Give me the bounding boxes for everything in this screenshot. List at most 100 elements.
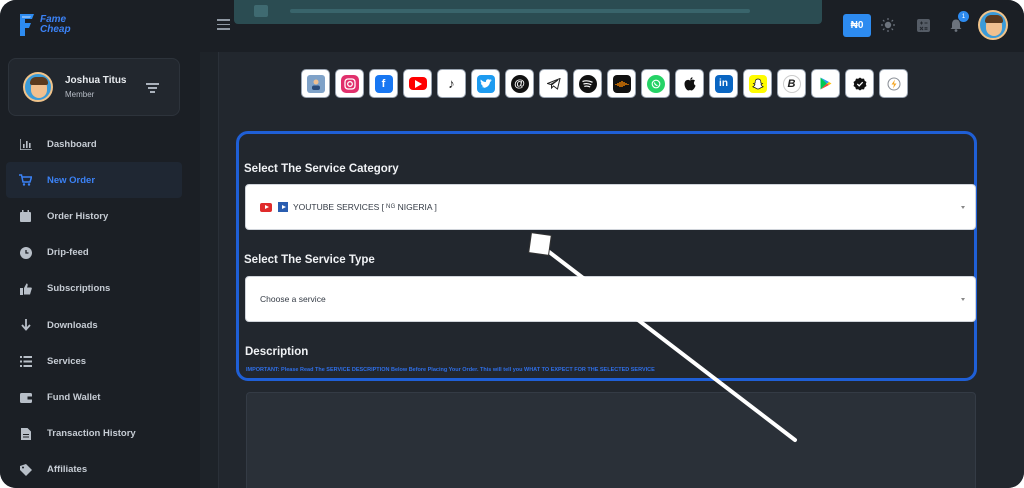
service-type-label: Select The Service Type	[244, 254, 375, 266]
platform-button-audiomack[interactable]	[607, 69, 636, 98]
sidebar-item-label: Downloads	[47, 319, 98, 331]
sidebar-item-label: Services	[47, 355, 87, 367]
brand-name-line2: Cheap	[40, 24, 71, 35]
brand-logo[interactable]: Fame Cheap	[18, 12, 71, 38]
calculator-icon[interactable]	[914, 16, 932, 34]
sidebar-item-affiliates[interactable]: Affiliates	[0, 452, 200, 488]
category-selected-value: YOUTUBE SERVICES [	[293, 202, 385, 212]
sidebar-item-drip-feed[interactable]: Drip-feed	[0, 235, 200, 271]
platform-button-youtube[interactable]	[403, 69, 432, 98]
sidebar-item-services[interactable]: Services	[0, 343, 200, 379]
platform-button-other[interactable]	[879, 69, 908, 98]
list-icon	[19, 355, 32, 368]
platform-button-verified[interactable]	[845, 69, 874, 98]
play-icon	[278, 202, 288, 212]
notification-badge: 1	[958, 11, 969, 22]
app-window: Fame Cheap Joshua Titus Member Dashboard…	[0, 0, 1024, 488]
boomplay-icon: B	[782, 74, 801, 93]
platform-button-tiktok[interactable]: ♪	[437, 69, 466, 98]
wallet-balance-button[interactable]: ₦0	[843, 14, 871, 37]
platform-button-spotify[interactable]	[573, 69, 602, 98]
banner-icon	[254, 5, 268, 17]
sidebar-nav: Dashboard New Order Order History Drip-f…	[0, 126, 200, 488]
sidebar-item-label: Order History	[47, 210, 109, 222]
filter-icon[interactable]	[146, 83, 159, 93]
sidebar-item-dashboard[interactable]: Dashboard	[0, 126, 200, 162]
service-description-box	[246, 392, 976, 488]
service-type-select[interactable]: Choose a service	[245, 276, 976, 322]
description-label: Description	[245, 346, 309, 358]
tiktok-icon: ♪	[442, 74, 461, 93]
nigeria-flag-icon: NG	[386, 204, 396, 210]
document-icon	[19, 427, 32, 440]
category-country: NIGERIA ]	[397, 202, 437, 212]
platform-button-google-play[interactable]	[811, 69, 840, 98]
chevron-down-icon	[961, 206, 965, 209]
wallet-icon	[19, 391, 32, 404]
sidebar-item-label: Subscriptions	[47, 283, 111, 295]
logo-icon	[18, 12, 36, 38]
user-role: Member	[65, 90, 95, 99]
chart-icon	[19, 138, 32, 151]
linkedin-icon: in	[714, 74, 733, 93]
avatar[interactable]	[23, 72, 53, 102]
sidebar-item-new-order[interactable]: New Order	[6, 162, 182, 199]
platform-button-facebook[interactable]: f	[369, 69, 398, 98]
sidebar-item-subscriptions[interactable]: Subscriptions	[0, 271, 200, 307]
platform-filter-bar: f ♪ @ in B	[301, 69, 908, 98]
calendar-icon	[19, 210, 32, 223]
sidebar-item-downloads[interactable]: Downloads	[0, 307, 200, 343]
youtube-icon	[408, 77, 427, 90]
service-category-select[interactable]: YOUTUBE SERVICES [ NG NIGERIA ]	[245, 184, 976, 230]
main-content: f ♪ @ in B Select The Service Category Y…	[218, 52, 1024, 488]
sidebar: Fame Cheap Joshua Titus Member Dashboard…	[0, 0, 200, 488]
sidebar-item-label: New Order	[47, 174, 96, 186]
clock-icon	[19, 246, 32, 259]
sidebar-item-transaction-history[interactable]: Transaction History	[0, 416, 200, 452]
facebook-icon: f	[374, 74, 393, 93]
chevron-down-icon	[961, 298, 965, 301]
theme-toggle-icon[interactable]	[879, 16, 897, 34]
apple-icon	[680, 74, 699, 93]
twitter-icon	[476, 74, 495, 93]
user-card: Joshua Titus Member	[8, 58, 180, 116]
sidebar-item-label: Fund Wallet	[47, 391, 101, 403]
profile-avatar[interactable]	[978, 10, 1008, 40]
announcement-banner	[234, 0, 822, 24]
platform-button-instagram[interactable]	[335, 69, 364, 98]
platform-button-threads[interactable]: @	[505, 69, 534, 98]
platform-button-snapchat[interactable]	[743, 69, 772, 98]
platform-button-linkedin[interactable]: in	[709, 69, 738, 98]
snapchat-icon	[748, 74, 767, 93]
sidebar-item-fund-wallet[interactable]: Fund Wallet	[0, 379, 200, 415]
google-play-icon	[816, 74, 835, 93]
sidebar-item-label: Drip-feed	[47, 247, 89, 259]
order-form: Select The Service Category YOUTUBE SERV…	[236, 131, 977, 381]
sidebar-item-order-history[interactable]: Order History	[0, 198, 200, 234]
topbar: ₦0 1	[200, 0, 1024, 52]
category-label: Select The Service Category	[244, 163, 399, 175]
threads-icon: @	[510, 74, 529, 93]
sidebar-item-label: Affiliates	[47, 464, 88, 476]
platform-button-whatsapp[interactable]	[641, 69, 670, 98]
cart-icon	[19, 174, 32, 187]
sidebar-item-label: Transaction History	[47, 428, 136, 440]
platform-button-all[interactable]	[301, 69, 330, 98]
platform-button-twitter[interactable]	[471, 69, 500, 98]
all-services-icon	[306, 74, 325, 93]
banner-text-placeholder	[290, 9, 750, 13]
platform-button-apple[interactable]	[675, 69, 704, 98]
whatsapp-icon	[646, 74, 665, 93]
sidebar-item-label: Dashboard	[47, 138, 97, 150]
instagram-icon	[340, 74, 359, 93]
platform-button-boomplay[interactable]: B	[777, 69, 806, 98]
arrow-down-icon	[19, 319, 32, 332]
description-notice: IMPORTANT: Please Read The SERVICE DESCR…	[246, 367, 655, 373]
platform-button-telegram[interactable]	[539, 69, 568, 98]
verified-icon	[850, 74, 869, 93]
percent-icon	[19, 463, 32, 476]
youtube-icon	[260, 202, 272, 212]
user-name: Joshua Titus	[65, 75, 127, 86]
thumbs-up-icon	[19, 282, 32, 295]
menu-icon[interactable]	[217, 19, 230, 31]
